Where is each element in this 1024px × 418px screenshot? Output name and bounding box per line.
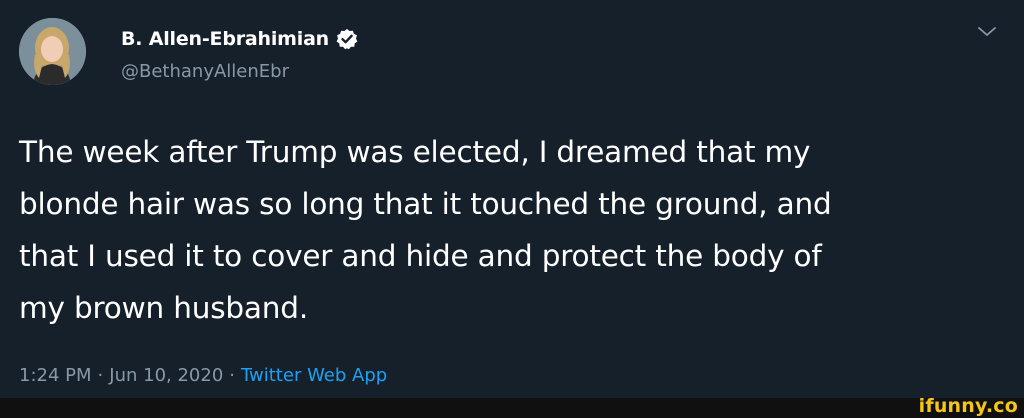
tweet-text: The week after Trump was elected, I drea… bbox=[19, 135, 832, 325]
tweet-time[interactable]: 1:24 PM bbox=[19, 365, 92, 386]
avatar[interactable] bbox=[19, 18, 86, 85]
tweet-card: B. Allen-Ebrahimian @BethanyAllenEbr The… bbox=[0, 0, 1024, 398]
tweet-date[interactable]: Jun 10, 2020 bbox=[109, 365, 223, 386]
watermark-logo: ifunny.co bbox=[918, 395, 1018, 417]
verified-badge-icon bbox=[336, 28, 358, 50]
meta-separator: · bbox=[97, 365, 104, 386]
user-handle[interactable]: @BethanyAllenEbr bbox=[121, 61, 289, 82]
display-name[interactable]: B. Allen-Ebrahimian bbox=[121, 28, 329, 50]
tweet-source-link[interactable]: Twitter Web App bbox=[241, 365, 387, 386]
watermark-bar bbox=[0, 398, 1024, 418]
author-name-row[interactable]: B. Allen-Ebrahimian bbox=[121, 26, 358, 52]
chevron-down-icon[interactable] bbox=[976, 24, 998, 40]
tweet-metadata: 1:24 PM · Jun 10, 2020 · Twitter Web App bbox=[19, 365, 387, 386]
meta-separator: · bbox=[229, 365, 236, 386]
